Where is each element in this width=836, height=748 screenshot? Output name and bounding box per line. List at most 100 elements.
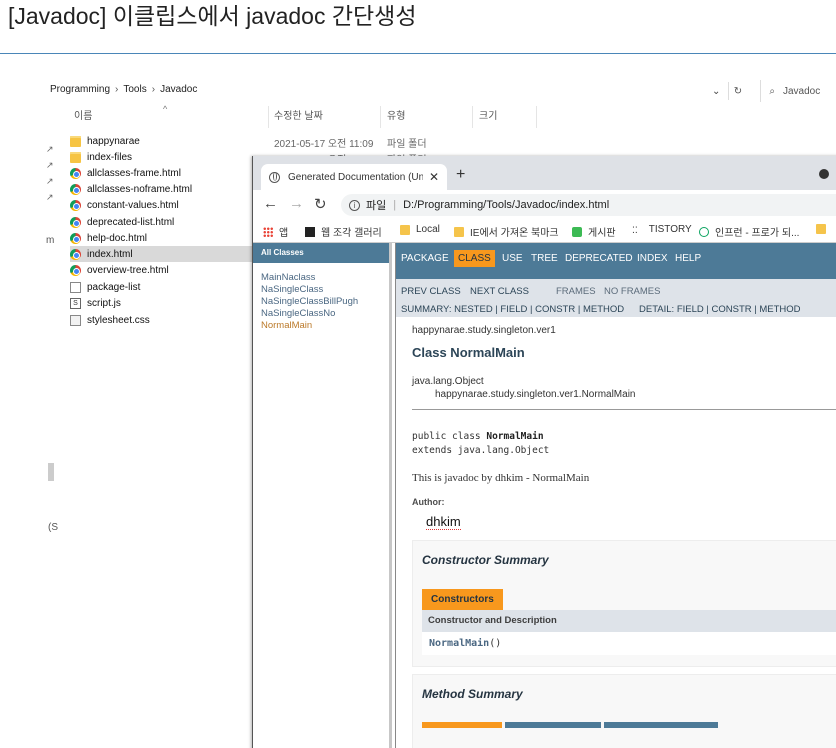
url-text[interactable]: D:/Programming/Tools/Javadoc/index.html [403,199,609,211]
all-classes-header: All Classes [253,243,389,263]
address-bar[interactable]: i 파일 | D:/Programming/Tools/Javadoc/inde… [341,194,836,216]
file-date: 2021-05-17 오전 11:09 [274,139,374,150]
bookmark-apps[interactable]: 앱 [263,224,288,239]
nav-pane-fragment: (S [48,522,58,533]
file-list-item[interactable]: help-doc.html [70,230,270,246]
file-list-item[interactable]: allclasses-noframe.html [70,181,270,197]
summary-links[interactable]: SUMMARY: NESTED | FIELD | CONSTR | METHO… [401,304,624,315]
method-tab-static[interactable] [505,722,601,728]
bookmark-folder[interactable] [816,224,832,234]
nav-package[interactable]: PACKAGE [401,253,449,264]
constructor-summary-section: Constructor Summary Constructors Constru… [412,540,836,667]
class-link[interactable]: NaSingleClassBillPugh [261,296,381,308]
refresh-icon[interactable]: ↻ [728,82,746,100]
breadcrumb-item[interactable]: Javadoc [160,84,197,95]
file-list-item-selected[interactable]: index.html [70,246,270,262]
bookmark-tistory[interactable]: ⁚⁚ TISTORY [632,224,692,235]
class-link[interactable]: NaSingleClass [261,284,381,296]
close-tab-icon[interactable]: ✕ [429,170,439,184]
url-scheme-label: 파일 [366,200,387,212]
column-header-modified[interactable]: 수정한 날짜 [274,104,323,130]
nav-index[interactable]: INDEX [637,253,668,264]
column-divider[interactable] [536,106,537,128]
bookmark-inflearn[interactable]: 인프런 - 프로가 되... [699,224,799,239]
bookmark-ie-import[interactable]: IE에서 가져온 북마크 [454,224,559,239]
nav-tree[interactable]: TREE [531,253,558,264]
prev-class-link[interactable]: PREV CLASS [401,286,461,297]
reload-icon[interactable]: ↻ [314,195,327,213]
column-divider[interactable] [268,106,269,128]
class-description: This is javadoc by dhkim - NormalMain [412,472,590,484]
method-tab-concrete[interactable] [604,722,718,728]
screenshot-root: [Javadoc] 이클립스에서 javadoc 간단생성 Programmin… [0,0,836,748]
file-name: package-list [87,281,141,293]
back-arrow-icon[interactable]: ← [263,195,278,212]
no-frames-link[interactable]: NO FRAMES [604,286,660,297]
sort-ascending-icon: ^ [163,104,168,114]
breadcrumb-separator-icon: › [151,84,156,95]
file-list-item[interactable]: deprecated-list.html [70,214,270,230]
file-list-item[interactable]: Sscript.js [70,295,270,311]
nav-pane-pin-icon[interactable]: ↗ [46,192,54,203]
breadcrumb-item[interactable]: Programming [50,84,110,95]
detail-links[interactable]: DETAIL: FIELD | CONSTR | METHOD [639,304,801,315]
file-list-item[interactable]: package-list [70,279,270,295]
tab-title: Generated Documentation (Unti [288,171,423,183]
bookmark-local[interactable]: Local [400,224,440,235]
top-nav-bar: PACKAGE CLASS USE TREE DEPRECATED INDEX … [396,243,836,279]
nav-pane-pin-icon[interactable]: ↗ [46,160,54,171]
nav-deprecated[interactable]: DEPRECATED [565,253,633,264]
browser-tab[interactable]: Generated Documentation (Unti ✕ [261,164,447,190]
info-icon[interactable]: i [349,199,360,211]
nav-pane-fragment: m [46,235,55,246]
file-list-item[interactable]: allclasses-frame.html [70,165,270,181]
bookmark-board[interactable]: 게시판 [572,224,616,239]
column-header-size[interactable]: 크기 [479,104,497,130]
file-list-item[interactable]: index-files [70,149,270,165]
breadcrumb[interactable]: Programming › Tools › Javadoc [50,84,197,95]
file-name: constant-values.html [87,199,179,211]
breadcrumb-item[interactable]: Tools [123,84,146,95]
file-list-item[interactable]: happynarae [70,133,270,149]
chrome-icon [70,167,81,179]
constructor-params: () [489,638,502,649]
class-link[interactable]: NaSingleClassNo [261,308,381,320]
column-header-name[interactable]: 이름 [74,104,92,130]
column-divider[interactable] [380,106,381,128]
chrome-icon [70,199,81,211]
bookmark-folder-icon [454,226,464,237]
tab-search-icon[interactable] [819,169,829,179]
frames-link[interactable]: FRAMES [556,286,596,297]
file-list-item[interactable]: constant-values.html [70,197,270,213]
file-name: help-doc.html [87,232,148,244]
column-divider[interactable] [472,106,473,128]
forward-arrow-icon[interactable]: → [289,195,304,212]
board-icon [572,226,582,237]
file-name: happynarae [87,135,140,147]
class-extends: extends java.lang.Object [412,445,550,456]
search-box[interactable]: ⌕ Javadoc [760,80,820,102]
nav-pane-pin-icon[interactable]: ↗ [46,144,54,155]
method-summary-title: Method Summary [422,687,523,701]
file-list-item[interactable]: overview-tree.html [70,262,270,278]
class-link[interactable]: MainNaclass [261,272,381,284]
file-list-item[interactable]: stylesheet.css [70,312,270,328]
nav-class[interactable]: CLASS [454,250,495,267]
next-class-link[interactable]: NEXT CLASS [470,286,529,297]
method-tab-all[interactable] [422,722,502,728]
author-label: Author: [412,497,445,507]
nav-use[interactable]: USE [502,253,523,264]
chevron-down-icon[interactable]: ⌄ [712,86,720,97]
nav-pane-pin-icon[interactable]: ↗ [46,176,54,187]
apps-grid-icon [263,226,273,237]
bookmark-label: 게시판 [588,228,616,239]
browser-window: Generated Documentation (Unti ✕ + ← → ↻ … [252,156,836,748]
chrome-icon [70,216,81,228]
new-tab-icon[interactable]: + [456,166,465,184]
method-summary-section: Method Summary [412,674,836,748]
constructor-link[interactable]: NormalMain [429,638,489,649]
column-header-type[interactable]: 유형 [387,104,405,130]
nav-help[interactable]: HELP [675,253,701,264]
class-link-active[interactable]: NormalMain [261,320,381,332]
bookmark-web-gallery[interactable]: 웹 조각 갤러리 [305,224,382,239]
